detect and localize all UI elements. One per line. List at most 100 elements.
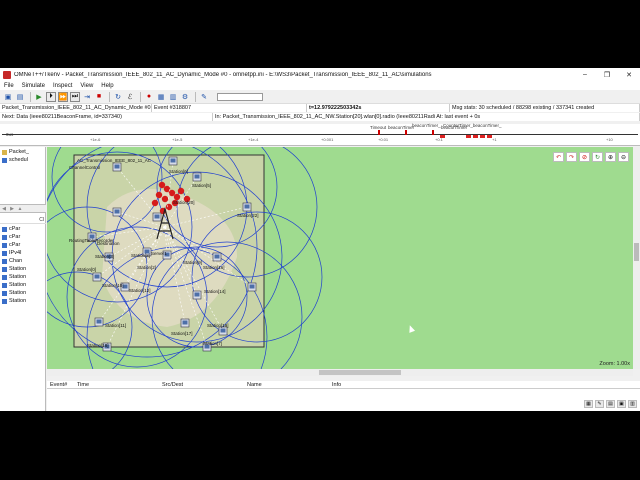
rebuild-icon[interactable]: ↻ [113, 92, 123, 102]
list-item[interactable]: Station [0, 273, 46, 281]
node-label: Server1 [151, 251, 167, 256]
zoom-out-icon[interactable]: ⊖ [618, 152, 629, 162]
stop-icon[interactable]: ⊘ [579, 152, 590, 162]
event-marker[interactable] [405, 130, 407, 135]
options-icon[interactable]: ⚙ [180, 92, 190, 102]
redo-icon[interactable]: ↷ [566, 152, 577, 162]
tick-5: +0.01 [378, 137, 389, 142]
event-marker[interactable] [487, 135, 492, 138]
station-screen [154, 214, 160, 219]
find-icon[interactable]: ℰ [125, 92, 135, 102]
zoom-in-icon[interactable]: ⊕ [605, 152, 616, 162]
simulation-time: t=12.979222503342s [307, 104, 450, 112]
until-icon[interactable]: ⇥ [82, 92, 92, 102]
event-log[interactable]: ▦ ✎ ▤ ▣ ▥ [47, 389, 640, 411]
find-icon[interactable]: ✎ [595, 400, 604, 408]
vertical-scrollbar[interactable] [633, 147, 640, 369]
relayout-icon[interactable]: ↻ [592, 152, 603, 162]
list-item[interactable]: Station [0, 297, 46, 305]
node-label: Station[14] [204, 289, 226, 294]
menu-simulate[interactable]: Simulate [18, 83, 49, 89]
node-label: Station[19] [207, 323, 229, 328]
station-screen [182, 320, 188, 325]
canvas-toolbar: ↶ ↷ ⊘ ↻ ⊕ ⊖ [553, 152, 629, 162]
event-marker[interactable] [440, 135, 445, 138]
node-label: Station[7] [203, 341, 222, 346]
list-item[interactable]: Station [0, 289, 46, 297]
list-item[interactable]: cPar [0, 225, 46, 233]
tick-2: +1e-5 [172, 137, 183, 142]
speed-slider[interactable] [217, 92, 263, 101]
filter-icon[interactable]: ▦ [584, 400, 593, 408]
network-graph[interactable]: ChannelControl Station[6] Station[5] Statio… [47, 147, 633, 369]
event-number: Event #318807 [152, 104, 307, 112]
col-name[interactable]: Name [247, 382, 262, 388]
station-screen [244, 204, 250, 209]
horizontal-scrollbar[interactable] [47, 369, 633, 376]
list-header: Cl [0, 217, 46, 224]
run-fast-icon[interactable]: ⏩ [58, 91, 68, 102]
node-label: RoutingTableRecorder [69, 238, 114, 243]
timeline-origin: 0us [6, 132, 14, 137]
up-icon[interactable]: ▲ [16, 206, 24, 212]
col-info[interactable]: Info [332, 382, 341, 388]
event-marker[interactable] [473, 135, 478, 138]
event-marker[interactable] [378, 130, 380, 135]
station-screen [96, 319, 102, 324]
col-time[interactable]: Time [77, 382, 89, 388]
tree-item-network[interactable]: Packet_ [0, 148, 45, 156]
tkenv-window: OMNeT++/Tkenv - Packet_Transmission_IEEE… [0, 68, 640, 411]
open-icon[interactable]: ▣ [3, 92, 13, 102]
save-log-icon[interactable]: ▤ [606, 400, 615, 408]
back-icon[interactable]: ◀ [0, 206, 8, 212]
menu-help[interactable]: Help [97, 83, 117, 89]
node-label: Station[10] [102, 283, 124, 288]
stop-icon[interactable]: ■ [94, 92, 104, 102]
station-screen [249, 284, 255, 289]
list-item[interactable]: IPv4I [0, 249, 46, 257]
node-label: Station[18] [87, 343, 109, 348]
node-label: Station[2] [137, 265, 156, 270]
node-label: Station[22] [237, 213, 259, 218]
options-icon[interactable]: ▥ [628, 400, 637, 408]
close-button[interactable]: ✕ [618, 68, 640, 81]
graph-icon[interactable]: ▥ [168, 92, 178, 102]
run-express-icon[interactable]: ⏭ [70, 91, 80, 102]
undo-icon[interactable]: ↶ [553, 152, 564, 162]
list-item[interactable]: Station [0, 281, 46, 289]
list-item[interactable]: cPar [0, 233, 46, 241]
menu-view[interactable]: View [76, 83, 97, 89]
step-icon[interactable]: ⏵ [46, 91, 56, 102]
network-canvas[interactable]: ChannelControl Station[6] Station[5] Statio… [47, 147, 633, 369]
menu-file[interactable]: File [0, 83, 18, 89]
save-icon[interactable]: ▤ [15, 92, 25, 102]
record-icon[interactable]: ● [144, 92, 154, 102]
object-tree-panel: Packet_ schedul ◀ ▶ ▲ Cl cPar cPar cPar … [0, 147, 46, 411]
wrench-icon[interactable]: ✎ [199, 92, 209, 102]
tree-item-scheduled[interactable]: schedul [0, 156, 45, 164]
event-marker[interactable] [432, 130, 434, 135]
tick-8: +10 [606, 137, 613, 142]
station-screen [170, 158, 176, 163]
maximize-button[interactable]: ❐ [596, 68, 618, 81]
list-item[interactable]: Station [0, 265, 46, 273]
settings-icon[interactable]: ▣ [617, 400, 626, 408]
forward-icon[interactable]: ▶ [8, 206, 16, 212]
event-marker[interactable] [466, 135, 471, 138]
node-label: Station[6] [169, 169, 188, 174]
list-item[interactable]: cPar [0, 241, 46, 249]
list-item[interactable]: Chan [0, 257, 46, 265]
layout-icon[interactable]: ▦ [156, 92, 166, 102]
col-src-dest[interactable]: Src/Dest [162, 382, 183, 388]
station-screen [114, 209, 120, 214]
minimize-button[interactable]: – [574, 68, 596, 81]
event-marker[interactable] [480, 135, 485, 138]
tick-1: +1e-6 [90, 137, 101, 142]
timeline-label-counter: CounterTimer_beaconTimer_ [443, 123, 502, 128]
node-label: Station[5] [192, 183, 211, 188]
run-icon[interactable]: ▶ [34, 92, 44, 102]
node-label: Station[9] [183, 260, 202, 265]
col-event[interactable]: Event# [50, 382, 67, 388]
menu-inspect[interactable]: Inspect [49, 83, 76, 89]
event-timeline[interactable]: 0us Timeout beaconTimer beaconTimer_ bea… [0, 123, 640, 146]
